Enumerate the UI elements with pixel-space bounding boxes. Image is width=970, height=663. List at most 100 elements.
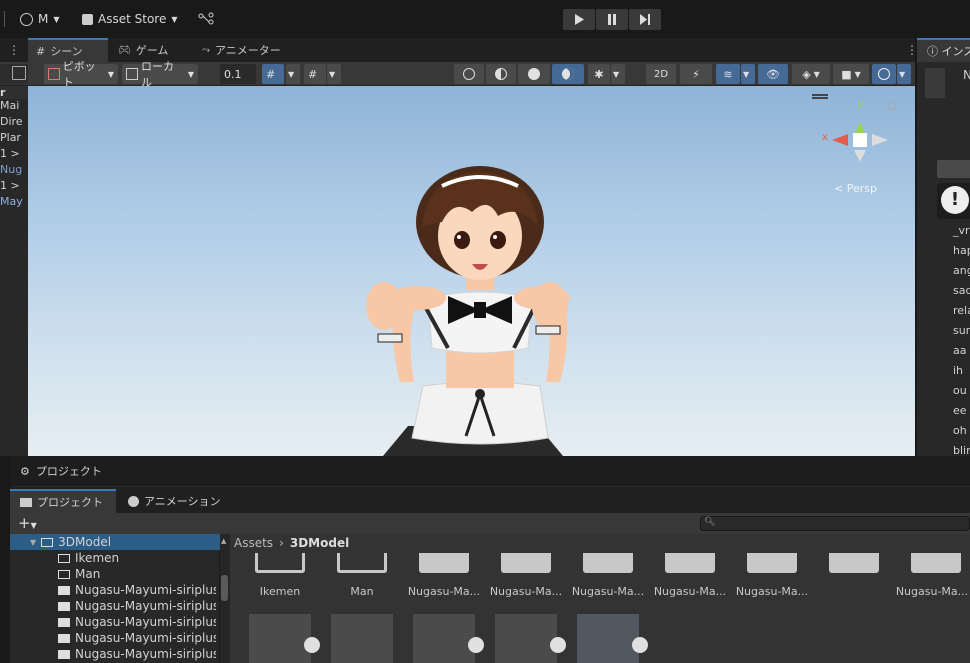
play-preview-icon[interactable] — [468, 637, 484, 653]
folder-icon[interactable] — [255, 553, 305, 573]
asset-label[interactable]: Nugasu-Ma... — [732, 585, 812, 598]
folder-icon[interactable] — [583, 553, 633, 573]
increment-snap-dropdown[interactable]: ▼ — [327, 64, 341, 84]
perspective-label[interactable]: < Persp — [834, 182, 877, 195]
folder-icon[interactable] — [419, 553, 469, 573]
tree-item-label: Nugasu-Mayumi-siriplus2 — [75, 631, 216, 645]
camera-dropdown[interactable]: ■ ▼ — [833, 64, 869, 84]
project-search-input[interactable] — [700, 516, 970, 531]
hierarchy-panel: r Mai Dire Plar 1 > Nug 1 > May — [0, 86, 28, 456]
gizmo-menu-icon[interactable] — [812, 94, 828, 96]
model-thumbnail[interactable] — [577, 614, 639, 663]
grid-snap-dropdown[interactable]: ▼ — [286, 64, 300, 84]
hierarchy-item[interactable]: Nug — [0, 163, 28, 176]
tree-item[interactable]: ▼ 3DModel — [30, 534, 111, 550]
tab-animator[interactable]: ⤳ アニメーター — [194, 38, 289, 62]
scene-viewport[interactable]: y x < Persp — [28, 86, 915, 456]
tree-item[interactable]: Nugasu-Mayumi-siriplus2 — [58, 614, 216, 630]
effects-dropdown[interactable]: ▼ — [741, 64, 755, 84]
tree-item[interactable]: Nugasu-Mayumi-siriplus2 — [58, 630, 216, 646]
tree-item[interactable]: Nugasu-Mayumi-siriplus2 — [58, 582, 216, 598]
project-window-header[interactable]: ⚙︎ プロジェクト — [10, 456, 970, 486]
visibility-toggle[interactable]: 👁︎ — [758, 64, 788, 84]
tab-animation-label: アニメーション — [144, 495, 221, 508]
local-dropdown[interactable]: ローカル ▼ — [122, 60, 198, 89]
folder-icon — [58, 617, 70, 627]
tab-project[interactable]: プロジェクト — [10, 489, 116, 513]
model-thumbnail[interactable] — [331, 614, 393, 663]
snap-value-input[interactable]: 0.1 — [220, 64, 256, 84]
search-icon: 🔍︎ — [704, 517, 716, 527]
asset-label[interactable]: Nugasu-Ma... — [404, 585, 484, 598]
folder-icon[interactable] — [911, 553, 961, 573]
hierarchy-item[interactable]: Dire — [0, 115, 28, 128]
folder-icon[interactable] — [829, 553, 879, 573]
tree-item[interactable]: Ikemen — [58, 550, 119, 566]
layers-dropdown[interactable]: ◈ ▼ — [792, 64, 830, 84]
wireframe-shading-button[interactable] — [454, 64, 484, 84]
play-preview-icon[interactable] — [304, 637, 320, 653]
increment-snap-toggle[interactable]: # — [304, 64, 326, 84]
step-button[interactable] — [629, 9, 661, 30]
asset-label[interactable]: Man — [322, 585, 402, 598]
version-control-button[interactable] — [198, 10, 214, 28]
breadcrumb-current[interactable]: 3DModel — [290, 536, 349, 550]
hierarchy-item[interactable]: 1 > — [0, 147, 28, 160]
hierarchy-lock-icon[interactable] — [12, 66, 26, 80]
tree-scrollbar-thumb[interactable] — [221, 575, 228, 601]
asset-label[interactable]: Nugasu-Ma... — [568, 585, 648, 598]
tree-item[interactable]: Nugasu-Mayumi-siriplus2 — [58, 598, 216, 614]
shaded-wireframe-button[interactable] — [486, 64, 516, 84]
play-preview-icon[interactable] — [632, 637, 648, 653]
scroll-up-icon[interactable]: ▲ — [221, 537, 226, 545]
tree-item[interactable]: Man — [58, 566, 100, 582]
eye-icon: 👁︎ — [766, 67, 780, 81]
folder-icon[interactable] — [665, 553, 715, 573]
effects-toggle[interactable]: ≋ — [716, 64, 740, 84]
kebab-menu-icon[interactable]: ⋮ — [8, 43, 20, 57]
account-dropdown[interactable]: M ▼ — [20, 10, 60, 28]
pause-button[interactable] — [596, 9, 628, 30]
hierarchy-item[interactable]: Plar — [0, 131, 28, 144]
gizmos-toggle[interactable] — [872, 64, 896, 84]
hierarchy-item[interactable]: Mai — [0, 99, 28, 112]
folder-icon[interactable] — [501, 553, 551, 573]
shaded-button[interactable] — [518, 64, 550, 84]
hierarchy-item[interactable]: May — [0, 195, 28, 208]
inspector-button[interactable] — [937, 160, 970, 178]
folder-icon[interactable] — [747, 553, 797, 573]
breadcrumb-root[interactable]: Assets — [234, 536, 273, 550]
asset-label[interactable]: Ikemen — [240, 585, 320, 598]
create-asset-button[interactable]: +▼ — [18, 514, 37, 532]
grid-snap-toggle[interactable]: # — [262, 64, 284, 84]
lighting-toggle[interactable]: ⚡︎ — [680, 64, 712, 84]
asset-label[interactable]: Nugasu-Ma... — [486, 585, 566, 598]
blendshape-label: surp — [953, 324, 970, 337]
play-preview-icon[interactable] — [550, 637, 566, 653]
model-thumbnail[interactable] — [249, 614, 311, 663]
gizmos-dropdown[interactable]: ▼ — [897, 64, 911, 84]
account-icon — [20, 12, 33, 26]
account-label: M — [38, 12, 49, 26]
asset-store-dropdown[interactable]: Asset Store ▼ — [82, 10, 178, 28]
model-thumbnail[interactable] — [495, 614, 557, 663]
folder-icon — [58, 649, 70, 659]
asset-label[interactable]: Nugasu-Ma... — [650, 585, 730, 598]
tab-animation[interactable]: アニメーション — [128, 493, 221, 509]
folder-icon[interactable] — [337, 553, 387, 573]
play-button[interactable] — [563, 9, 595, 30]
project-window-title: プロジェクト — [35, 465, 102, 478]
pivot-dropdown[interactable]: ピボット ▼ — [44, 60, 118, 89]
2d-toggle[interactable]: 2D — [646, 64, 676, 84]
hierarchy-scene-header[interactable]: r — [0, 86, 28, 99]
lit-toggle[interactable] — [552, 64, 584, 84]
chevron-down-icon: ▼ — [187, 69, 194, 79]
debug-draw-mode-button[interactable]: ✱ — [588, 64, 610, 84]
asset-label[interactable]: Nugasu-Ma... — [894, 585, 970, 598]
hierarchy-item[interactable]: 1 > — [0, 179, 28, 192]
tree-item[interactable]: Nugasu-Mayumi-siriplus2 — [58, 646, 216, 662]
model-thumbnail[interactable] — [413, 614, 475, 663]
debug-draw-dropdown[interactable]: ▼ — [611, 64, 625, 84]
chevron-down-icon: ▼ — [288, 69, 295, 79]
tree-item-label: Nugasu-Mayumi-siriplus2 — [75, 647, 216, 661]
